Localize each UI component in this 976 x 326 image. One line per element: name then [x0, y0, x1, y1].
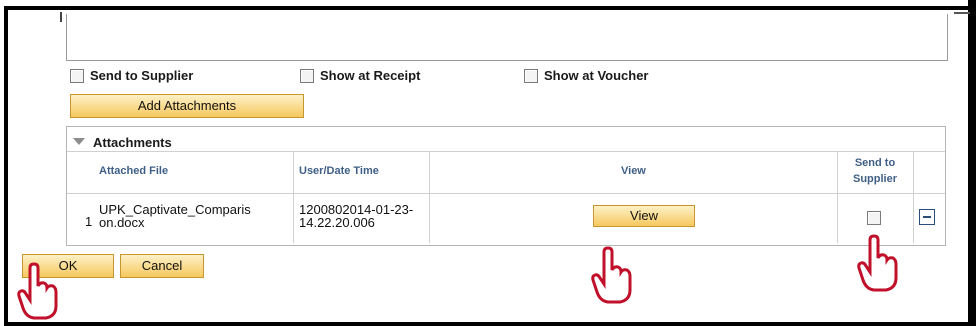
col-header-send-to-supplier: Send to Supplier — [847, 155, 903, 187]
row-index: 1 — [85, 214, 93, 229]
show-at-voucher-label: Show at Voucher — [544, 68, 649, 83]
window-edge — [968, 0, 976, 326]
grid-header-bottom-rule — [67, 193, 945, 194]
pointing-hand-cursor-icon — [857, 234, 898, 292]
user-date-time-line2: 14.22.20.006 — [299, 215, 375, 230]
col-header-attached-file[interactable]: Attached File — [99, 165, 168, 177]
col-header-view: View — [621, 165, 646, 177]
window-corner — [954, 12, 970, 14]
grid-col-divider — [913, 151, 914, 243]
minus-icon[interactable] — [919, 209, 935, 225]
pointing-hand-cursor-icon — [17, 262, 58, 320]
user-date-time-value: 1200802014-01-23- 14.22.20.006 — [299, 203, 413, 229]
attached-file-name-line2: on.docx — [99, 215, 145, 230]
col-header-send-to-supplier-line2: Supplier — [852, 173, 897, 185]
col-header-user-date-time[interactable]: User/Date Time — [299, 165, 379, 177]
pointing-hand-cursor-icon — [591, 246, 632, 304]
grid-col-divider — [293, 151, 294, 243]
comment-textarea[interactable] — [66, 14, 948, 61]
attachments-title: Attachments — [93, 135, 172, 150]
add-attachments-button[interactable]: Add Attachments — [70, 94, 304, 118]
attached-file-link[interactable]: UPK_Captivate_Comparis on.docx — [99, 203, 251, 229]
show-at-receipt-option[interactable]: Show at Receipt — [300, 68, 420, 83]
show-at-voucher-option[interactable]: Show at Voucher — [524, 68, 649, 83]
send-to-supplier-checkbox[interactable] — [70, 68, 84, 83]
send-to-supplier-row-checkbox[interactable] — [867, 211, 881, 225]
show-at-receipt-label: Show at Receipt — [320, 68, 421, 83]
grid-col-divider — [837, 151, 838, 243]
send-to-supplier-label: Send to Supplier — [90, 68, 194, 83]
grid-col-divider — [429, 151, 430, 243]
show-at-voucher-checkbox[interactable] — [524, 68, 538, 83]
col-header-send-to-supplier-line1: Send to — [854, 157, 896, 169]
cursor-mark — [60, 12, 62, 22]
attachments-grid: Attachments Attached File User/Date Time… — [66, 126, 946, 246]
show-at-receipt-checkbox[interactable] — [300, 68, 314, 83]
grid-header-top-rule — [67, 151, 945, 152]
collapse-triangle-icon[interactable] — [73, 138, 85, 145]
cancel-button[interactable]: Cancel — [120, 254, 204, 278]
view-button[interactable]: View — [593, 205, 695, 227]
send-to-supplier-option[interactable]: Send to Supplier — [70, 68, 193, 83]
